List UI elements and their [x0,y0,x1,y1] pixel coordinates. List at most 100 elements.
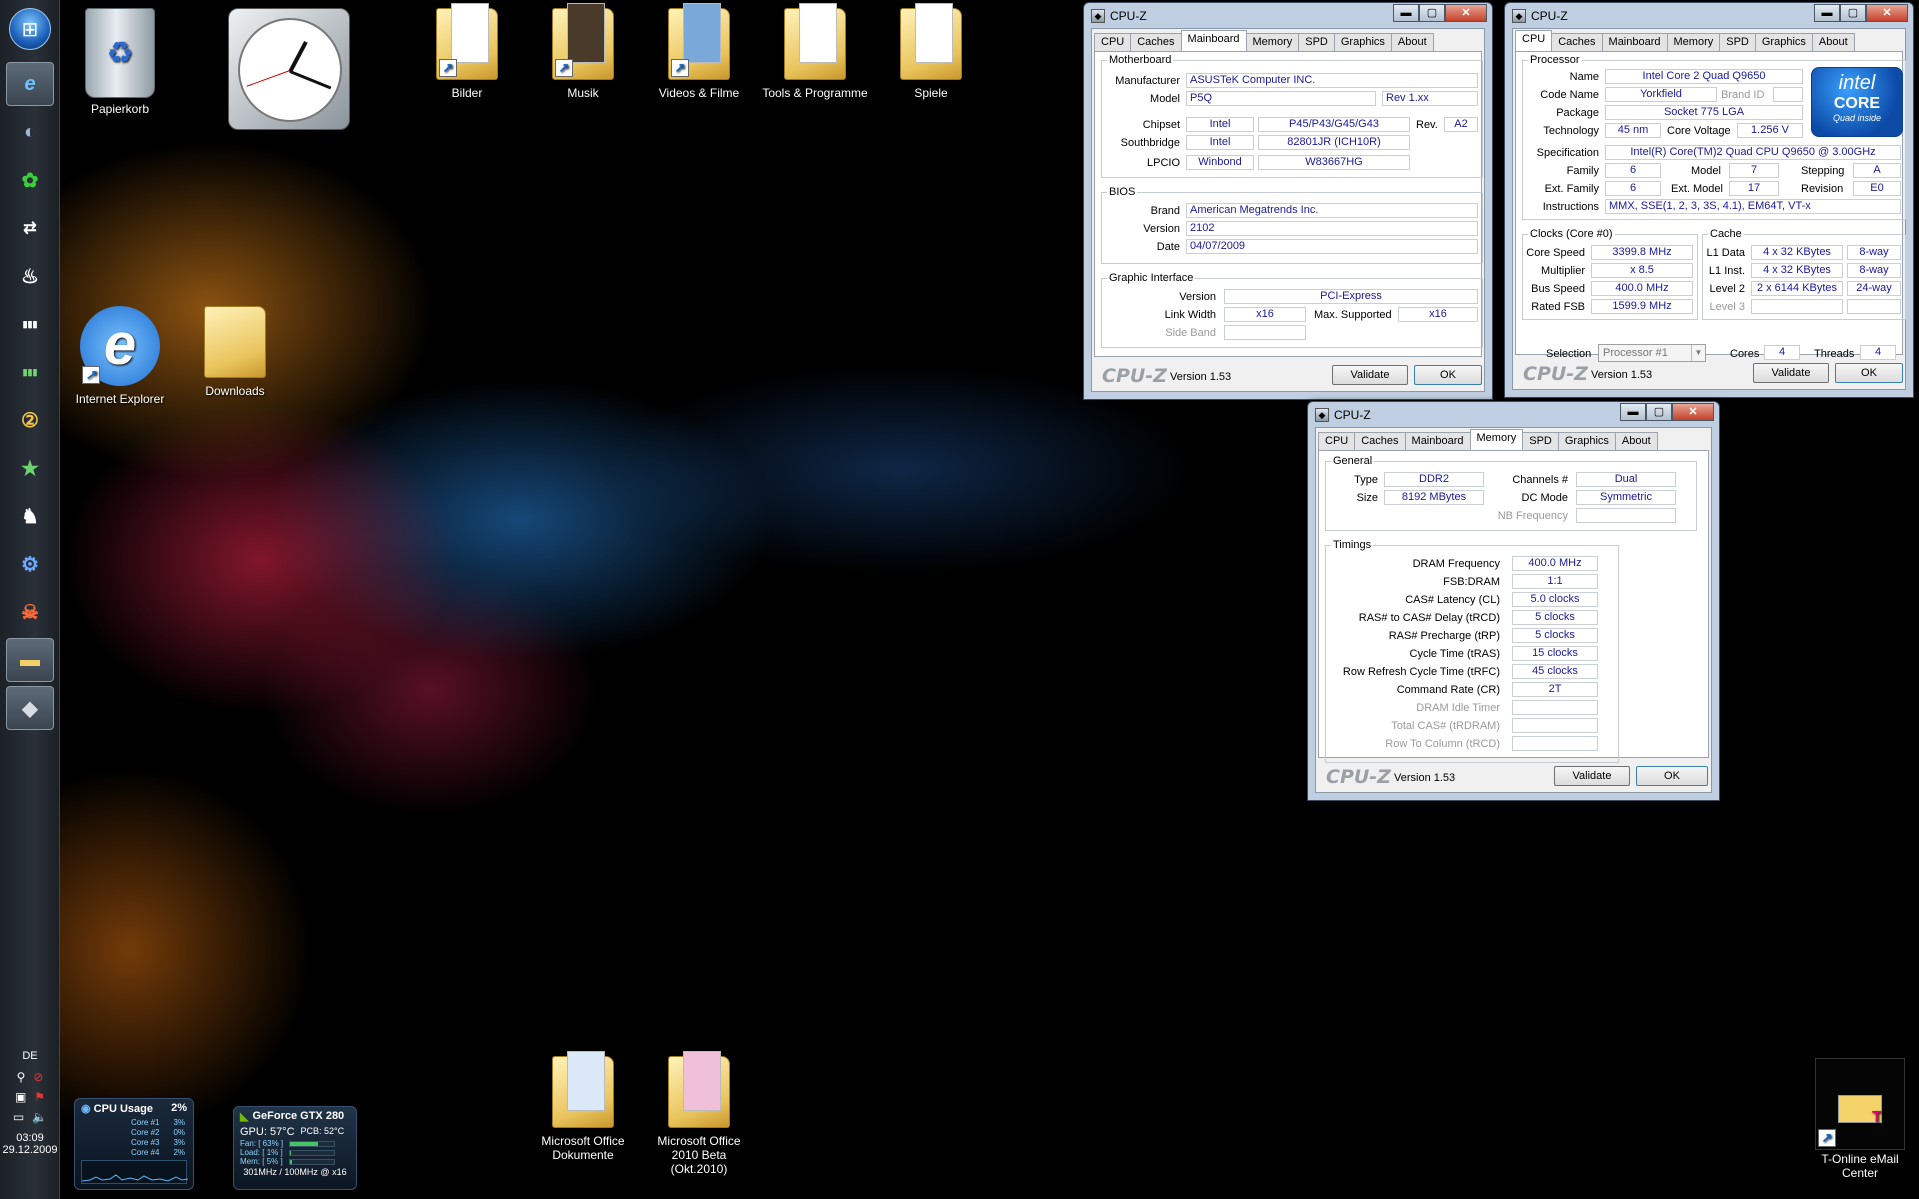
maximize-button[interactable]: ▢ [1646,403,1672,421]
clock-gadget[interactable] [228,8,350,130]
taskbar-game-3[interactable]: ② [6,398,54,442]
antivirus-tray-icon[interactable]: ⊘ [33,1070,43,1084]
clock-date[interactable]: 29.12.2009 [0,1144,60,1156]
ok-button[interactable]: OK [1414,365,1482,385]
core-usage-row: Core #1 3% [75,1118,193,1128]
taskbar-game-4[interactable]: ★ [6,446,54,490]
timing-value: 2T [1512,682,1598,697]
tab-mainboard[interactable]: Mainboard [1404,432,1471,450]
close-button[interactable]: ✕ [1866,4,1908,22]
window-title: CPU-Z [1110,8,1147,23]
taskbar-steam[interactable]: ♨ [6,254,54,298]
load-readout: Load: [ 1% ] [240,1148,283,1157]
tab-memory[interactable]: Memory [1666,33,1721,51]
multiplier-value: x 8.5 [1591,263,1693,278]
desktop-icon-videos[interactable]: ↗ Videos & Filme [644,3,754,100]
network-tray-icon[interactable]: ▣ [15,1090,26,1104]
desktop-icon-label: Musik [567,86,599,100]
monitor-tray-icon[interactable]: ▭ [13,1110,24,1124]
tab-caches[interactable]: Caches [1551,33,1603,51]
taskbar-explorer[interactable]: ▬ [6,638,54,682]
close-button[interactable]: ✕ [1445,4,1487,22]
multiplier-label: Multiplier [1540,265,1585,277]
tab-spd[interactable]: SPD [1719,33,1756,51]
tab-memory[interactable]: Memory [1245,33,1300,51]
group-title: Graphic Interface [1107,272,1196,284]
tab-cpu[interactable]: CPU [1318,432,1356,450]
ok-button[interactable]: OK [1636,766,1708,786]
volume-tray-icon[interactable]: 🔈 [32,1110,47,1124]
desktop-icon-bilder[interactable]: ↗ Bilder [412,3,522,100]
desktop-icon-label: Videos & Filme [658,86,740,100]
taskbar-cpuz[interactable]: ◆ [6,686,54,730]
group-processor: Processor Name Intel Core 2 Quad Q9650 C… [1522,54,1906,220]
taskbar-counter-strike[interactable]: ⚙ [6,542,54,586]
tab-cpu[interactable]: CPU [1094,33,1132,51]
tab-graphics[interactable]: Graphics [1557,432,1616,450]
taskbar-icq[interactable]: ✿ [6,158,54,202]
tab-memory[interactable]: Memory [1469,429,1524,450]
l1-data-label: L1 Data [1706,247,1745,259]
tab-graphics[interactable]: Graphics [1333,33,1392,51]
start-button[interactable]: ⊞ [9,8,51,50]
desktop-icon-internet-explorer[interactable]: e ↗ Internet Explorer [65,306,175,406]
desktop-icon-label: Bilder [451,86,483,100]
desktop-icon-downloads[interactable]: Downloads [180,306,290,398]
desktop-icon-tools[interactable]: Tools & Programme [760,3,870,100]
tab-mainboard[interactable]: Mainboard [1180,30,1247,51]
validate-button[interactable]: Validate [1554,766,1630,786]
taskbar-app-1[interactable]: ⇄ [6,206,54,250]
taskbar-media-player[interactable]: ◐ [6,110,54,154]
gpu-monitor-gadget[interactable]: ◣ GeForce GTX 280 GPU: 57°C PCB: 52°C Fa… [233,1106,357,1190]
gpu-clocks: 301MHz / 100MHz @ x16 [243,1167,347,1177]
tab-mainboard[interactable]: Mainboard [1601,33,1668,51]
validate-button[interactable]: Validate [1332,365,1408,385]
title-bar[interactable]: ◆ CPU-Z ▬ ▢ ✕ [1091,3,1487,28]
tab-caches[interactable]: Caches [1354,432,1406,450]
taskbar-game-2[interactable]: ▮▮▮ [6,350,54,394]
language-indicator[interactable]: DE [0,1050,60,1062]
title-bar[interactable]: ◆ CPU-Z ▬ ▢ ✕ [1512,3,1908,28]
tab-caches[interactable]: Caches [1130,33,1182,51]
tab-about[interactable]: About [1390,33,1434,51]
level3-label: Level 3 [1709,301,1745,313]
desktop-icon-spiele[interactable]: Spiele [876,3,986,100]
tab-about[interactable]: About [1614,432,1658,450]
window-footer: CPU-Z Version 1.53 Validate OK [1092,357,1484,391]
chipset-rev-label: Rev. [1416,119,1438,131]
core-voltage-value: 1.256 V [1737,123,1803,138]
minimize-button[interactable]: ▬ [1393,4,1419,22]
folder-icon [668,1051,730,1128]
tab-cpu[interactable]: CPU [1515,30,1553,51]
steam-tray-icon[interactable]: ⚲ [17,1070,26,1084]
flag-tray-icon[interactable]: ⚑ [34,1090,45,1104]
tab-graphics[interactable]: Graphics [1754,33,1813,51]
max-supported-label: Max. Supported [1314,309,1392,321]
type-label: Type [1354,474,1378,486]
desktop-icon-recycle-bin[interactable]: ♻ Papierkorb [65,8,175,116]
tab-spd[interactable]: SPD [1298,33,1335,51]
maximize-button[interactable]: ▢ [1419,4,1445,22]
minimize-button[interactable]: ▬ [1814,4,1840,22]
close-button[interactable]: ✕ [1672,403,1714,421]
taskbar-game-1[interactable]: ▮▮▮ [6,302,54,346]
tab-spd[interactable]: SPD [1522,432,1559,450]
taskbar-game-6[interactable]: ☠ [6,590,54,634]
desktop-icon-email-center[interactable]: T ↗ T-Online eMail Center [1805,1058,1915,1180]
taskbar-game-5[interactable]: ♞ [6,494,54,538]
maximize-button[interactable]: ▢ [1840,4,1866,22]
desktop-icon-label: Papierkorb [90,102,150,116]
gpu-gadget-title: GeForce GTX 280 [252,1110,345,1122]
tab-about[interactable]: About [1811,33,1855,51]
minimize-button[interactable]: ▬ [1620,403,1646,421]
l1-inst-way-value: 8-way [1847,263,1901,278]
taskbar-internet-explorer[interactable]: e [6,62,54,106]
clock-time[interactable]: 03:09 [0,1132,60,1144]
title-bar[interactable]: ◆ CPU-Z ▬ ▢ ✕ [1315,402,1714,427]
desktop-icon-office-documents[interactable]: Microsoft Office Dokumente [528,1051,638,1162]
desktop-icon-musik[interactable]: ↗ Musik [528,3,638,100]
desktop-icon-office-2010[interactable]: Microsoft Office 2010 Beta (Okt.2010) [644,1051,754,1176]
validate-button[interactable]: Validate [1753,363,1829,383]
ok-button[interactable]: OK [1835,363,1903,383]
cpu-usage-gadget[interactable]: ◉ CPU Usage 2% Core #1 3% Core #2 0% Core #3… [74,1098,194,1190]
